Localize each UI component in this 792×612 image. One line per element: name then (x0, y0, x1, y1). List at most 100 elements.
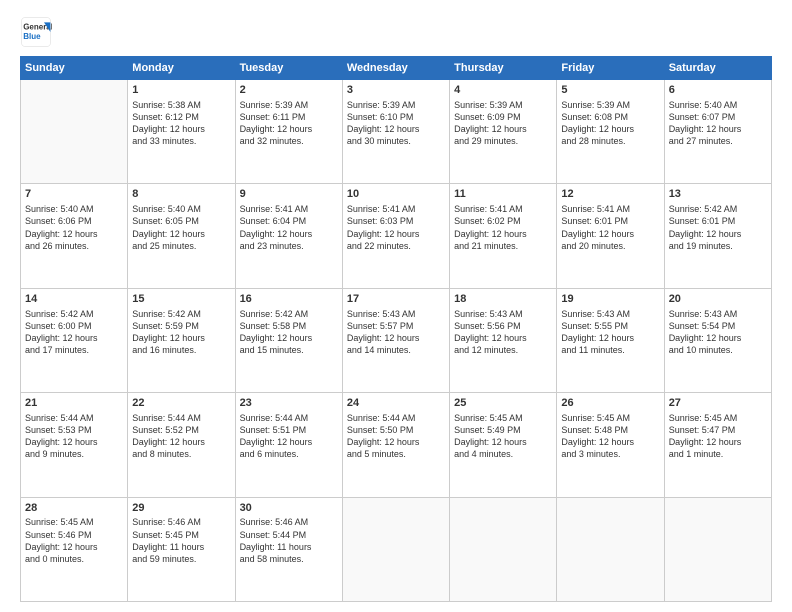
day-number: 9 (240, 187, 338, 202)
calendar-cell: 28Sunrise: 5:45 AMSunset: 5:46 PMDayligh… (21, 497, 128, 601)
cell-info-line: and 23 minutes. (240, 240, 338, 252)
calendar-cell: 21Sunrise: 5:44 AMSunset: 5:53 PMDayligh… (21, 393, 128, 497)
day-number: 27 (669, 396, 767, 411)
cell-info-line: Sunrise: 5:41 AM (454, 203, 552, 215)
cell-info-line: Daylight: 12 hours (347, 436, 445, 448)
cell-info-line: Sunrise: 5:44 AM (132, 412, 230, 424)
day-number: 1 (132, 83, 230, 98)
cell-info-line: and 26 minutes. (25, 240, 123, 252)
calendar-cell: 11Sunrise: 5:41 AMSunset: 6:02 PMDayligh… (450, 184, 557, 288)
cell-info-line: Sunset: 5:44 PM (240, 529, 338, 541)
cell-info-line: Sunset: 6:03 PM (347, 215, 445, 227)
cell-info-line: and 29 minutes. (454, 135, 552, 147)
calendar: SundayMondayTuesdayWednesdayThursdayFrid… (20, 56, 772, 602)
cell-info-line: Sunrise: 5:41 AM (561, 203, 659, 215)
cell-info-line: Daylight: 12 hours (240, 436, 338, 448)
day-number: 18 (454, 292, 552, 307)
calendar-cell: 12Sunrise: 5:41 AMSunset: 6:01 PMDayligh… (557, 184, 664, 288)
calendar-cell (557, 497, 664, 601)
cell-info-line: Sunrise: 5:40 AM (669, 99, 767, 111)
calendar-cell: 18Sunrise: 5:43 AMSunset: 5:56 PMDayligh… (450, 288, 557, 392)
week-row-5: 28Sunrise: 5:45 AMSunset: 5:46 PMDayligh… (21, 497, 772, 601)
svg-text:Blue: Blue (23, 32, 41, 41)
week-row-1: 1Sunrise: 5:38 AMSunset: 6:12 PMDaylight… (21, 80, 772, 184)
calendar-cell: 15Sunrise: 5:42 AMSunset: 5:59 PMDayligh… (128, 288, 235, 392)
cell-info-line: Daylight: 12 hours (669, 436, 767, 448)
cell-info-line: Sunrise: 5:39 AM (240, 99, 338, 111)
cell-info-line: Daylight: 12 hours (25, 332, 123, 344)
day-number: 19 (561, 292, 659, 307)
cell-info-line: and 15 minutes. (240, 344, 338, 356)
cell-info-line: and 19 minutes. (669, 240, 767, 252)
weekday-monday: Monday (128, 57, 235, 80)
cell-info-line: Sunset: 5:56 PM (454, 320, 552, 332)
calendar-cell: 16Sunrise: 5:42 AMSunset: 5:58 PMDayligh… (235, 288, 342, 392)
cell-info-line: Daylight: 12 hours (240, 123, 338, 135)
cell-info-line: and 30 minutes. (347, 135, 445, 147)
week-row-3: 14Sunrise: 5:42 AMSunset: 6:00 PMDayligh… (21, 288, 772, 392)
day-number: 17 (347, 292, 445, 307)
cell-info-line: Daylight: 12 hours (347, 123, 445, 135)
cell-info-line: and 3 minutes. (561, 448, 659, 460)
calendar-cell: 27Sunrise: 5:45 AMSunset: 5:47 PMDayligh… (664, 393, 771, 497)
weekday-tuesday: Tuesday (235, 57, 342, 80)
cell-info-line: Sunset: 5:48 PM (561, 424, 659, 436)
cell-info-line: Sunrise: 5:43 AM (347, 308, 445, 320)
cell-info-line: and 4 minutes. (454, 448, 552, 460)
cell-info-line: Daylight: 11 hours (132, 541, 230, 553)
cell-info-line: Sunset: 6:08 PM (561, 111, 659, 123)
cell-info-line: Sunrise: 5:40 AM (132, 203, 230, 215)
cell-info-line: Sunrise: 5:44 AM (25, 412, 123, 424)
cell-info-line: and 20 minutes. (561, 240, 659, 252)
cell-info-line: Daylight: 12 hours (25, 541, 123, 553)
cell-info-line: Sunrise: 5:43 AM (454, 308, 552, 320)
cell-info-line: Daylight: 12 hours (561, 436, 659, 448)
cell-info-line: Sunrise: 5:42 AM (25, 308, 123, 320)
cell-info-line: Sunset: 5:53 PM (25, 424, 123, 436)
cell-info-line: Daylight: 12 hours (132, 228, 230, 240)
cell-info-line: Daylight: 12 hours (25, 436, 123, 448)
day-number: 13 (669, 187, 767, 202)
cell-info-line: Sunset: 6:00 PM (25, 320, 123, 332)
cell-info-line: and 12 minutes. (454, 344, 552, 356)
cell-info-line: and 5 minutes. (347, 448, 445, 460)
calendar-cell: 14Sunrise: 5:42 AMSunset: 6:00 PMDayligh… (21, 288, 128, 392)
day-number: 15 (132, 292, 230, 307)
calendar-cell: 7Sunrise: 5:40 AMSunset: 6:06 PMDaylight… (21, 184, 128, 288)
cell-info-line: Sunrise: 5:40 AM (25, 203, 123, 215)
cell-info-line: Daylight: 12 hours (25, 228, 123, 240)
day-number: 3 (347, 83, 445, 98)
cell-info-line: and 11 minutes. (561, 344, 659, 356)
calendar-cell: 13Sunrise: 5:42 AMSunset: 6:01 PMDayligh… (664, 184, 771, 288)
day-number: 22 (132, 396, 230, 411)
calendar-cell: 8Sunrise: 5:40 AMSunset: 6:05 PMDaylight… (128, 184, 235, 288)
cell-info-line: and 22 minutes. (347, 240, 445, 252)
cell-info-line: Sunset: 5:54 PM (669, 320, 767, 332)
cell-info-line: Sunset: 6:04 PM (240, 215, 338, 227)
cell-info-line: Daylight: 12 hours (669, 123, 767, 135)
cell-info-line: and 16 minutes. (132, 344, 230, 356)
weekday-sunday: Sunday (21, 57, 128, 80)
cell-info-line: Sunset: 6:07 PM (669, 111, 767, 123)
cell-info-line: Daylight: 12 hours (561, 332, 659, 344)
cell-info-line: and 17 minutes. (25, 344, 123, 356)
cell-info-line: Sunrise: 5:42 AM (669, 203, 767, 215)
cell-info-line: Sunset: 5:55 PM (561, 320, 659, 332)
cell-info-line: Sunset: 6:06 PM (25, 215, 123, 227)
weekday-thursday: Thursday (450, 57, 557, 80)
day-number: 12 (561, 187, 659, 202)
calendar-cell: 3Sunrise: 5:39 AMSunset: 6:10 PMDaylight… (342, 80, 449, 184)
day-number: 30 (240, 501, 338, 516)
calendar-cell (342, 497, 449, 601)
cell-info-line: Daylight: 12 hours (669, 332, 767, 344)
day-number: 24 (347, 396, 445, 411)
calendar-cell: 2Sunrise: 5:39 AMSunset: 6:11 PMDaylight… (235, 80, 342, 184)
cell-info-line: Sunset: 6:11 PM (240, 111, 338, 123)
day-number: 29 (132, 501, 230, 516)
cell-info-line: Daylight: 12 hours (347, 332, 445, 344)
cell-info-line: Sunrise: 5:46 AM (240, 516, 338, 528)
cell-info-line: and 59 minutes. (132, 553, 230, 565)
calendar-cell: 17Sunrise: 5:43 AMSunset: 5:57 PMDayligh… (342, 288, 449, 392)
calendar-cell: 20Sunrise: 5:43 AMSunset: 5:54 PMDayligh… (664, 288, 771, 392)
cell-info-line: Daylight: 12 hours (132, 436, 230, 448)
